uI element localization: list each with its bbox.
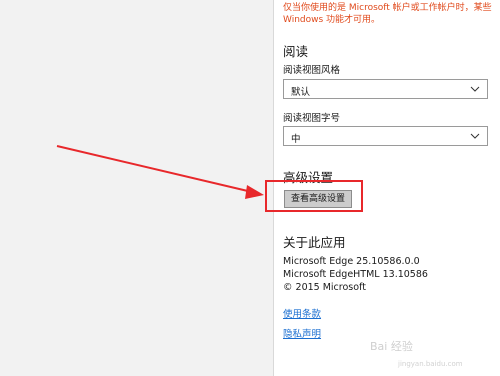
watermark-url: jingyan.baidu.com (398, 360, 463, 368)
watermark-brand: Bai 经验 (370, 340, 413, 353)
annotation-arrow-icon (56, 145, 264, 199)
